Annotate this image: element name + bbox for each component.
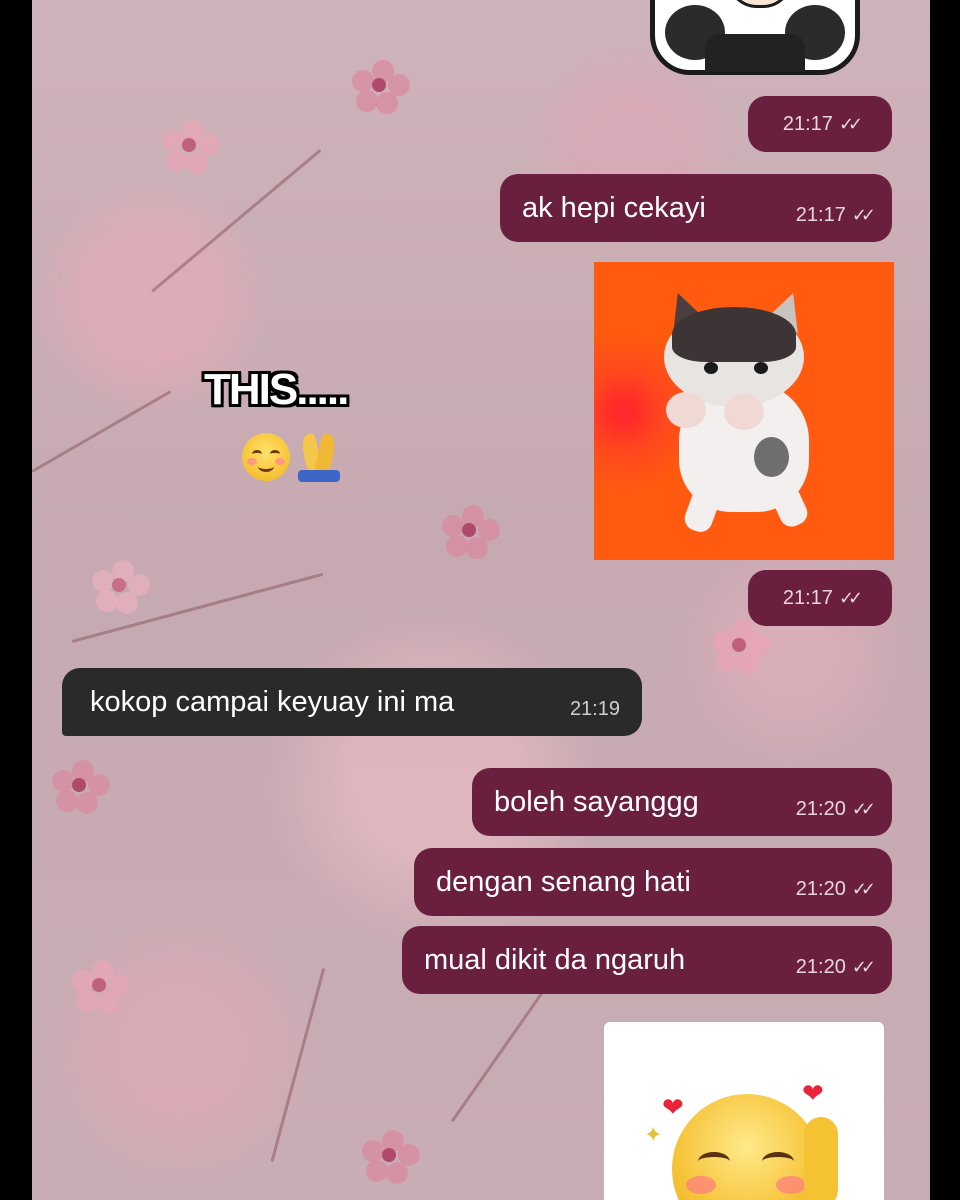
outgoing-message[interactable]: ak hepi cekayi 21:17 ✓✓ bbox=[500, 174, 892, 242]
outgoing-message[interactable]: boleh sayanggg 21:20 ✓✓ bbox=[472, 768, 892, 836]
double-check-icon: ✓✓ bbox=[851, 799, 876, 819]
sticker-character-partial[interactable] bbox=[650, 0, 860, 75]
incoming-message[interactable]: kokop campai keyuay ini ma 21:19 bbox=[62, 668, 642, 736]
branch-decoration bbox=[450, 989, 546, 1123]
double-check-icon: ✓✓ bbox=[838, 114, 863, 134]
message-timestamp-bubble[interactable]: 21:17 ✓✓ bbox=[748, 96, 892, 152]
double-check-icon: ✓✓ bbox=[838, 588, 863, 608]
heart-icon: ❤ bbox=[662, 1092, 684, 1122]
chat-screen: 21:17 ✓✓ ak hepi cekayi 21:17 ✓✓ 21:17 ✓… bbox=[32, 0, 930, 1200]
smiling-face-icon bbox=[672, 1094, 822, 1200]
message-time: 21:17 ✓✓ bbox=[782, 113, 863, 135]
hand-icon bbox=[804, 1117, 838, 1200]
message-text: boleh sayanggg bbox=[494, 785, 699, 818]
sparkle-icon: ✦ bbox=[644, 1122, 663, 1147]
double-check-icon: ✓✓ bbox=[851, 957, 876, 977]
message-text: dengan senang hati bbox=[436, 865, 691, 898]
overlay-caption: THIS..... bbox=[204, 365, 349, 414]
time-text: 21:17 bbox=[782, 113, 833, 135]
branch-decoration bbox=[270, 967, 326, 1162]
blush-emoji-sticker[interactable]: ❤ ❤ ✦ bbox=[604, 1022, 884, 1200]
double-check-icon: ✓✓ bbox=[851, 879, 876, 899]
time-text: 21:17 bbox=[782, 587, 833, 609]
time-text: 21:17 bbox=[795, 204, 846, 226]
message-text: kokop campai keyuay ini ma bbox=[90, 685, 455, 718]
message-time: 21:19 bbox=[569, 698, 620, 720]
message-time: 21:17 ✓✓ bbox=[795, 204, 876, 226]
heart-icon: ❤ bbox=[802, 1078, 824, 1108]
message-text: mual dikit da ngaruh bbox=[424, 943, 686, 976]
smiling-face-icon bbox=[242, 433, 290, 481]
message-text: ak hepi cekayi bbox=[522, 191, 706, 224]
outgoing-message[interactable]: mual dikit da ngaruh 21:20 ✓✓ bbox=[402, 926, 892, 994]
message-time: 21:20 ✓✓ bbox=[795, 798, 876, 820]
message-time: 21:20 ✓✓ bbox=[795, 956, 876, 978]
kitten-sticker[interactable] bbox=[594, 262, 894, 560]
message-time: 21:17 ✓✓ bbox=[782, 587, 863, 609]
time-text: 21:20 bbox=[795, 956, 846, 978]
message-time: 21:20 ✓✓ bbox=[795, 878, 876, 900]
message-timestamp-bubble[interactable]: 21:17 ✓✓ bbox=[748, 570, 892, 626]
outgoing-message[interactable]: dengan senang hati 21:20 ✓✓ bbox=[414, 848, 892, 916]
double-check-icon: ✓✓ bbox=[851, 205, 876, 225]
time-text: 21:20 bbox=[795, 878, 846, 900]
time-text: 21:20 bbox=[795, 798, 846, 820]
folded-hands-icon bbox=[294, 432, 344, 482]
branch-decoration bbox=[32, 390, 172, 473]
